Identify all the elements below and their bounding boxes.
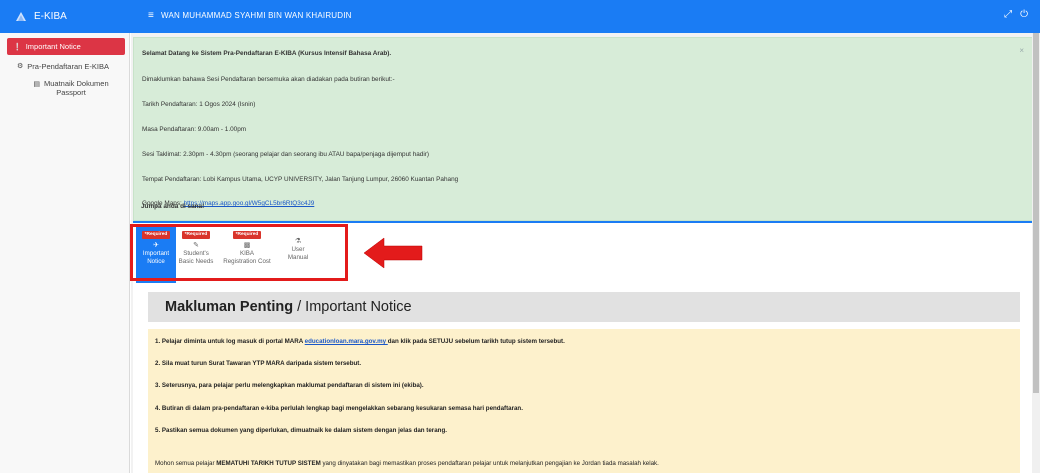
- scrollbar-thumb[interactable]: [1033, 33, 1039, 393]
- section-title: Makluman Penting / Important Notice: [148, 292, 1020, 322]
- close-icon[interactable]: ×: [1019, 46, 1024, 55]
- alert-closing: Jumpa anda di sana!: [141, 203, 205, 210]
- alert-line: Masa Pendaftaran: 9.00am - 1.00pm: [142, 126, 247, 133]
- alert-line: Tarikh Pendaftaran: 1 Ogos 2024 (Isnin): [142, 101, 256, 108]
- important-notice-box: 1. Pelajar diminta untuk log masuk di po…: [148, 329, 1020, 473]
- user-name: WAN MUHAMMAD SYAHMI BIN WAN KHAIRUDIN: [161, 11, 352, 20]
- notice-item-5: 5. Pastikan semua dokumen yang diperluka…: [155, 427, 447, 434]
- sidebar-item-label: Muatnaik Dokumen: [44, 79, 109, 88]
- notice-text: yang dinyatakan bagi memastikan proses p…: [320, 460, 659, 467]
- page-scrollbar[interactable]: [1032, 33, 1040, 473]
- sidebar-item-label: Pra-Pendaftaran E-KIBA: [27, 61, 109, 71]
- app-name: E-KIBA: [34, 11, 67, 22]
- alert-title: Selamat Datang ke Sistem Pra-Pendaftaran…: [142, 50, 392, 57]
- notice-item-2: 2. Sila muat turun Surat Tawaran YTP MAR…: [155, 360, 362, 367]
- sidebar-item-label: Important Notice: [25, 42, 81, 51]
- document-icon: ▤: [33, 81, 40, 88]
- sidebar: ❕ Important Notice ⚙ Pra-Pendaftaran E-K…: [0, 33, 130, 473]
- notice-text: dan klik pada SETUJU sebelum tarikh tutu…: [387, 338, 565, 345]
- user-gear-icon: ⚙: [17, 63, 24, 70]
- section-title-bold: Makluman Penting: [165, 299, 294, 315]
- power-icon[interactable]: ⏻: [1020, 9, 1028, 20]
- alert-line: Tempat Pendaftaran: Lobi Kampus Utama, U…: [142, 176, 459, 183]
- welcome-alert: × Selamat Datang ke Sistem Pra-Pendaftar…: [133, 37, 1033, 221]
- mara-portal-link[interactable]: educationloan.mara.gov.my: [305, 338, 388, 345]
- pointer-arrow: [364, 237, 423, 269]
- top-navbar: E-KIBA ≡ WAN MUHAMMAD SYAHMI BIN WAN KHA…: [0, 0, 1040, 33]
- brand[interactable]: E-KIBA: [0, 0, 130, 33]
- sidebar-item-label-line2: Passport: [56, 88, 86, 97]
- section-title-rest: / Important Notice: [297, 299, 412, 315]
- logo-icon: [16, 11, 26, 21]
- notice-text: 1. Pelajar diminta untuk log masuk di po…: [155, 338, 305, 345]
- notice-item-4: 4. Butiran di dalam pra-pendaftaran e-ki…: [155, 405, 523, 412]
- expand-icon[interactable]: ⤢: [1004, 9, 1012, 20]
- notice-text: Mohon semua pelajar: [155, 460, 217, 467]
- notice-closing: Mohon semua pelajar MEMATUHI TARIKH TUTU…: [155, 460, 659, 467]
- sidebar-item-muatnaik-dokumen[interactable]: ▤ Muatnaik Dokumen Passport: [7, 77, 125, 99]
- alert-line: Dimaklumkan bahawa Sesi Pendaftaran bers…: [142, 76, 395, 83]
- notice-item-3: 3. Seterusnya, para pelajar perlu meleng…: [155, 382, 424, 389]
- tabs-highlight-box: [130, 224, 348, 281]
- info-icon: ❕: [13, 43, 22, 51]
- notice-item-1: 1. Pelajar diminta untuk log masuk di po…: [155, 338, 565, 345]
- notice-emphasis: MEMATUHI TARIKH TUTUP SISTEM: [216, 460, 321, 467]
- alert-line: Sesi Taklimat: 2.30pm - 4.30pm (seorang …: [142, 151, 430, 158]
- sidebar-item-label-row: ▤ Muatnaik Dokumen: [33, 79, 108, 88]
- sidebar-item-important-notice[interactable]: ❕ Important Notice: [7, 38, 125, 55]
- sidebar-item-pra-pendaftaran[interactable]: ⚙ Pra-Pendaftaran E-KIBA: [7, 59, 125, 73]
- menu-icon[interactable]: ≡: [148, 10, 154, 21]
